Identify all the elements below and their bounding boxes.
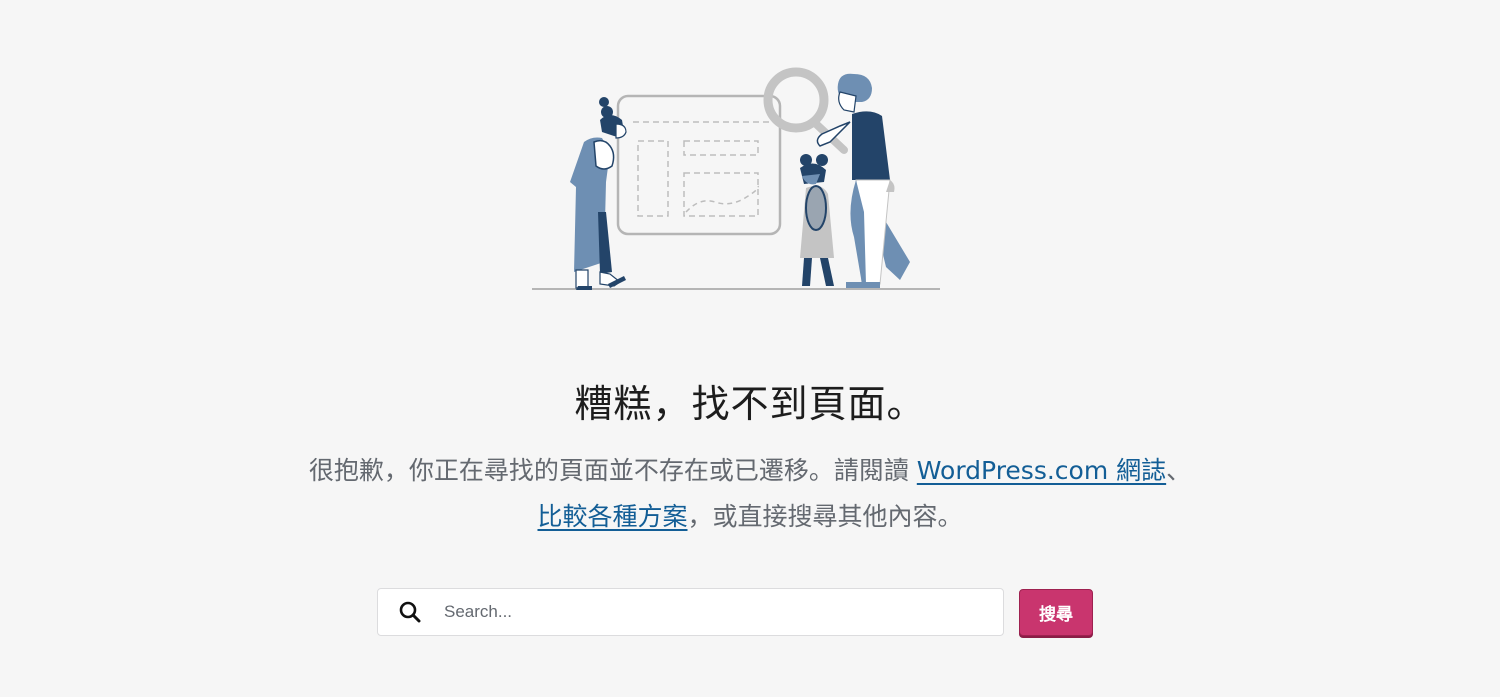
wordpress-blog-link[interactable]: WordPress.com 網誌 (917, 456, 1166, 485)
child-figure-icon (800, 154, 834, 286)
search-field[interactable] (377, 588, 1004, 636)
not-found-page: 糟糕，找不到頁面。 很抱歉，你正在尋找的頁面並不存在或已遷移。請閱讀 WordP… (0, 0, 1500, 697)
message-text-end: ，或直接搜尋其他內容。 (687, 502, 963, 531)
page-title: 糟糕，找不到頁面。 (574, 382, 926, 426)
message-text: 很抱歉，你正在尋找的頁面並不存在或已遷移。請閱讀 (308, 456, 917, 485)
message-separator: 、 (1166, 456, 1192, 485)
not-found-message: 很抱歉，你正在尋找的頁面並不存在或已遷移。請閱讀 WordPress.com 網… (240, 448, 1260, 540)
wireframe-board-icon (616, 94, 782, 236)
search-input[interactable] (442, 591, 1003, 633)
search-icon (398, 600, 422, 624)
compare-plans-link[interactable]: 比較各種方案 (537, 502, 687, 531)
search-button[interactable]: 搜尋 (1019, 589, 1093, 636)
not-found-illustration (530, 62, 942, 294)
